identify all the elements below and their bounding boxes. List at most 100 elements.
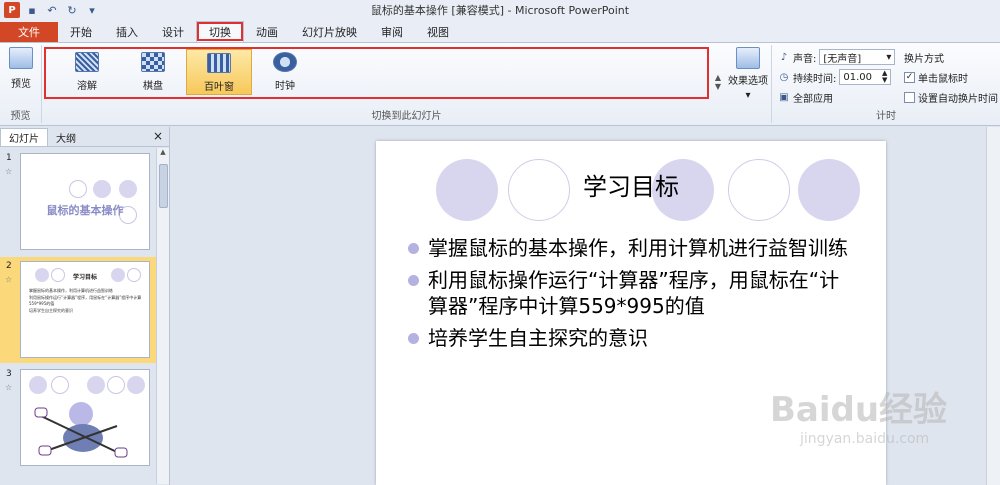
- deco-circle: [728, 159, 790, 221]
- scroll-up-icon[interactable]: ▲: [157, 148, 169, 161]
- cartoon-illustration: [34, 402, 128, 458]
- slide-1-title: 鼠标的基本操作: [46, 204, 124, 217]
- transition-group-label: 切换到此幻灯片: [371, 111, 442, 122]
- chevron-down-icon: ▾: [886, 51, 892, 63]
- preview-icon: [9, 47, 33, 69]
- deco-circle: [93, 180, 111, 198]
- auto-advance-checkbox[interactable]: [904, 91, 915, 103]
- apply-all-icon: ▣: [779, 91, 789, 103]
- checkerboard-icon: [141, 52, 165, 72]
- deco-circle: [508, 159, 570, 221]
- deco-circle: [798, 159, 860, 221]
- baidu-watermark: Baidu经验 jingyan.baidu.com: [770, 382, 990, 472]
- slide-thumbnail-1[interactable]: 1 ☆ 鼠标的基本操作: [0, 149, 156, 255]
- sound-dropdown[interactable]: [无声音] ▾: [819, 49, 896, 65]
- dissolve-icon: [75, 52, 99, 72]
- deco-circle: [87, 376, 105, 394]
- powerpoint-logo-icon[interactable]: P: [4, 2, 20, 18]
- thumbnail-canvas: 鼠标的基本操作: [20, 153, 150, 250]
- clock-icon: [273, 52, 297, 72]
- deco-circle: [119, 180, 137, 198]
- bullet-text: 利用鼠标操作运行“计算器”程序，用鼠标在“计算器”程序中计算559*995的值: [428, 268, 840, 318]
- bullet-text: 掌握鼠标的基本操作，利用计算机进行益智训练: [428, 236, 848, 260]
- save-icon[interactable]: ▪: [24, 2, 40, 18]
- transition-label: 溶解: [77, 81, 97, 92]
- apply-all-button[interactable]: ▣ 全部应用: [778, 87, 895, 107]
- on-click-label: 单击鼠标时: [918, 73, 968, 85]
- duration-value: 01.00: [843, 71, 873, 83]
- bullet-line: 利用鼠标操作运行“计算器”程序，用鼠标在“计算器”程序中计算559*995的值: [29, 295, 142, 306]
- blinds-icon: [207, 53, 231, 73]
- tab-file[interactable]: 文件: [0, 22, 58, 42]
- bullet-dot-icon: [408, 243, 419, 254]
- close-icon[interactable]: ×: [153, 129, 163, 143]
- slide-number: 2: [6, 261, 12, 271]
- panel-tabs: 幻灯片 大纲 ×: [0, 127, 169, 147]
- tab-outline[interactable]: 大纲: [48, 128, 84, 146]
- thumbnail-canvas: 学习目标 掌握鼠标的基本操作，利用计算机进行益智训练 利用鼠标操作运行“计算器”…: [20, 261, 150, 358]
- preview-button[interactable]: 预览: [4, 47, 38, 97]
- deco-circle: [127, 376, 145, 394]
- transition-clock[interactable]: 时钟: [252, 49, 318, 95]
- gallery-more-button[interactable]: ▲ ▼: [712, 73, 724, 95]
- sound-label: 声音:: [793, 53, 817, 65]
- bullet-item: 培养学生自主探究的意识: [408, 325, 848, 351]
- tab-design[interactable]: 设计: [150, 22, 196, 42]
- bullet-item: 掌握鼠标的基本操作，利用计算机进行益智训练: [408, 235, 848, 261]
- bullet-line: 培养学生自主探究的意识: [29, 308, 73, 313]
- slide-2-bullets: 掌握鼠标的基本操作，利用计算机进行益智训练 利用鼠标操作运行“计算器”程序，用鼠…: [29, 288, 145, 315]
- duration-input[interactable]: 01.00 ▲ ▼: [839, 69, 892, 85]
- slide-bullets[interactable]: 掌握鼠标的基本操作，利用计算机进行益智训练 利用鼠标操作运行“计算器”程序，用鼠…: [408, 235, 848, 357]
- chevron-down-icon: ▾: [745, 90, 751, 101]
- watermark-brand: Baidu经验: [770, 390, 948, 430]
- spinner-icon[interactable]: ▲ ▼: [882, 70, 887, 84]
- preview-label: 预览: [11, 79, 31, 90]
- tab-home[interactable]: 开始: [58, 22, 104, 42]
- effect-options-button[interactable]: 效果选项 ▾: [728, 47, 768, 107]
- slide-number: 1: [6, 153, 12, 163]
- transition-star-icon: ☆: [5, 383, 13, 392]
- timing-left: ♪ 声音: [无声音] ▾ ◷ 持续时间: 01.00 ▲ ▼ ▣ 全部应用: [778, 47, 896, 107]
- apply-all-label: 全部应用: [793, 93, 833, 105]
- tab-slides[interactable]: 幻灯片: [0, 128, 48, 146]
- scroll-thumb[interactable]: [159, 164, 168, 208]
- bullet-dot-icon: [408, 333, 419, 344]
- bullet-item: 利用鼠标操作运行“计算器”程序，用鼠标在“计算器”程序中计算559*995的值: [408, 267, 848, 319]
- window-title: 鼠标的基本操作 [兼容模式] - Microsoft PowerPoint: [370, 4, 630, 17]
- slide-thumbnail-2[interactable]: 2 ☆ 学习目标 掌握鼠标的基本操作，利用计算机进行益智训练 利用鼠标操作运行“…: [0, 257, 156, 363]
- advance-title: 换片方式: [904, 53, 944, 65]
- tab-animations[interactable]: 动画: [244, 22, 290, 42]
- sound-icon: ♪: [780, 51, 788, 63]
- slide-thumbnail-3[interactable]: 3 ☆: [0, 365, 156, 471]
- duration-icon: ◷: [779, 71, 789, 83]
- tab-slideshow[interactable]: 幻灯片放映: [290, 22, 369, 42]
- slides-panel: 幻灯片 大纲 × 1 ☆ 鼠标的基本操作 2 ☆ 学习目标 掌握鼠标的基本操作，…: [0, 127, 170, 485]
- preview-group-label: 预览: [10, 111, 31, 122]
- deco-circle: [107, 376, 125, 394]
- bullet-line: 掌握鼠标的基本操作，利用计算机进行益智训练: [29, 288, 113, 293]
- timing-right: 换片方式 ✓ 单击鼠标时 设置自动换片时间: [904, 47, 998, 107]
- tab-review[interactable]: 审阅: [369, 22, 415, 42]
- on-click-checkbox[interactable]: ✓: [904, 71, 915, 83]
- transition-star-icon: ☆: [5, 167, 13, 176]
- redo-icon[interactable]: ↻: [64, 2, 80, 18]
- panel-scrollbar[interactable]: ▲: [156, 148, 169, 484]
- transition-gallery: 溶解 棋盘 百叶窗 时钟: [44, 47, 709, 99]
- deco-circle: [29, 376, 47, 394]
- transition-blinds[interactable]: 百叶窗: [186, 49, 252, 95]
- customize-qat-icon[interactable]: ▾: [84, 2, 100, 18]
- undo-icon[interactable]: ↶: [44, 2, 60, 18]
- quick-access-toolbar: P ▪ ↶ ↻ ▾: [0, 2, 100, 18]
- transition-checkerboard[interactable]: 棋盘: [120, 49, 186, 95]
- duration-label: 持续时间:: [793, 73, 837, 85]
- ribbon-tabs: 文件 开始 插入 设计 切换 动画 幻灯片放映 审阅 视图: [0, 20, 1000, 42]
- transition-dissolve[interactable]: 溶解: [54, 49, 120, 95]
- tab-transitions[interactable]: 切换: [196, 21, 244, 42]
- slide-title[interactable]: 学习目标: [571, 167, 691, 202]
- tab-insert[interactable]: 插入: [104, 22, 150, 42]
- preview-group: 预览 预览: [0, 45, 42, 123]
- deco-circle: [69, 180, 87, 198]
- tab-view[interactable]: 视图: [415, 22, 461, 42]
- title-bar: P ▪ ↶ ↻ ▾ 鼠标的基本操作 [兼容模式] - Microsoft Pow…: [0, 0, 1000, 20]
- auto-advance-label: 设置自动换片时间: [918, 93, 998, 105]
